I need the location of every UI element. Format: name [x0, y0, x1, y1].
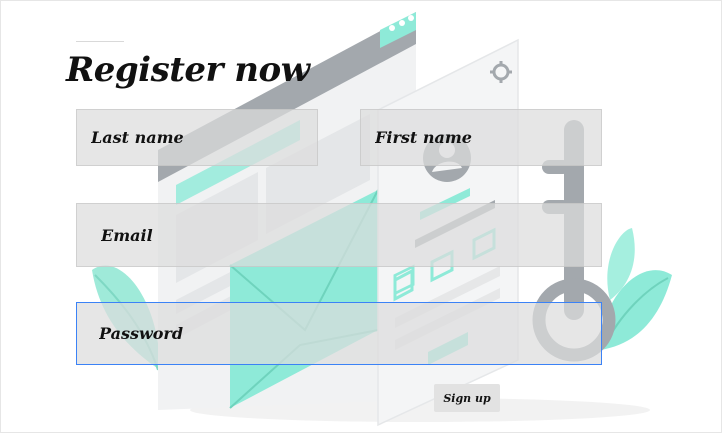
last-name-input[interactable] [89, 127, 317, 148]
first-name-input[interactable] [373, 127, 601, 148]
page-title: Register now [66, 50, 310, 90]
password-field[interactable] [76, 302, 602, 365]
email-field[interactable] [76, 203, 602, 267]
decorative-rule [76, 41, 124, 42]
last-name-field[interactable] [76, 109, 318, 166]
password-input[interactable] [97, 323, 601, 344]
first-name-field[interactable] [360, 109, 602, 166]
sign-up-button[interactable]: Sign up [434, 384, 500, 412]
email-input[interactable] [99, 224, 601, 246]
